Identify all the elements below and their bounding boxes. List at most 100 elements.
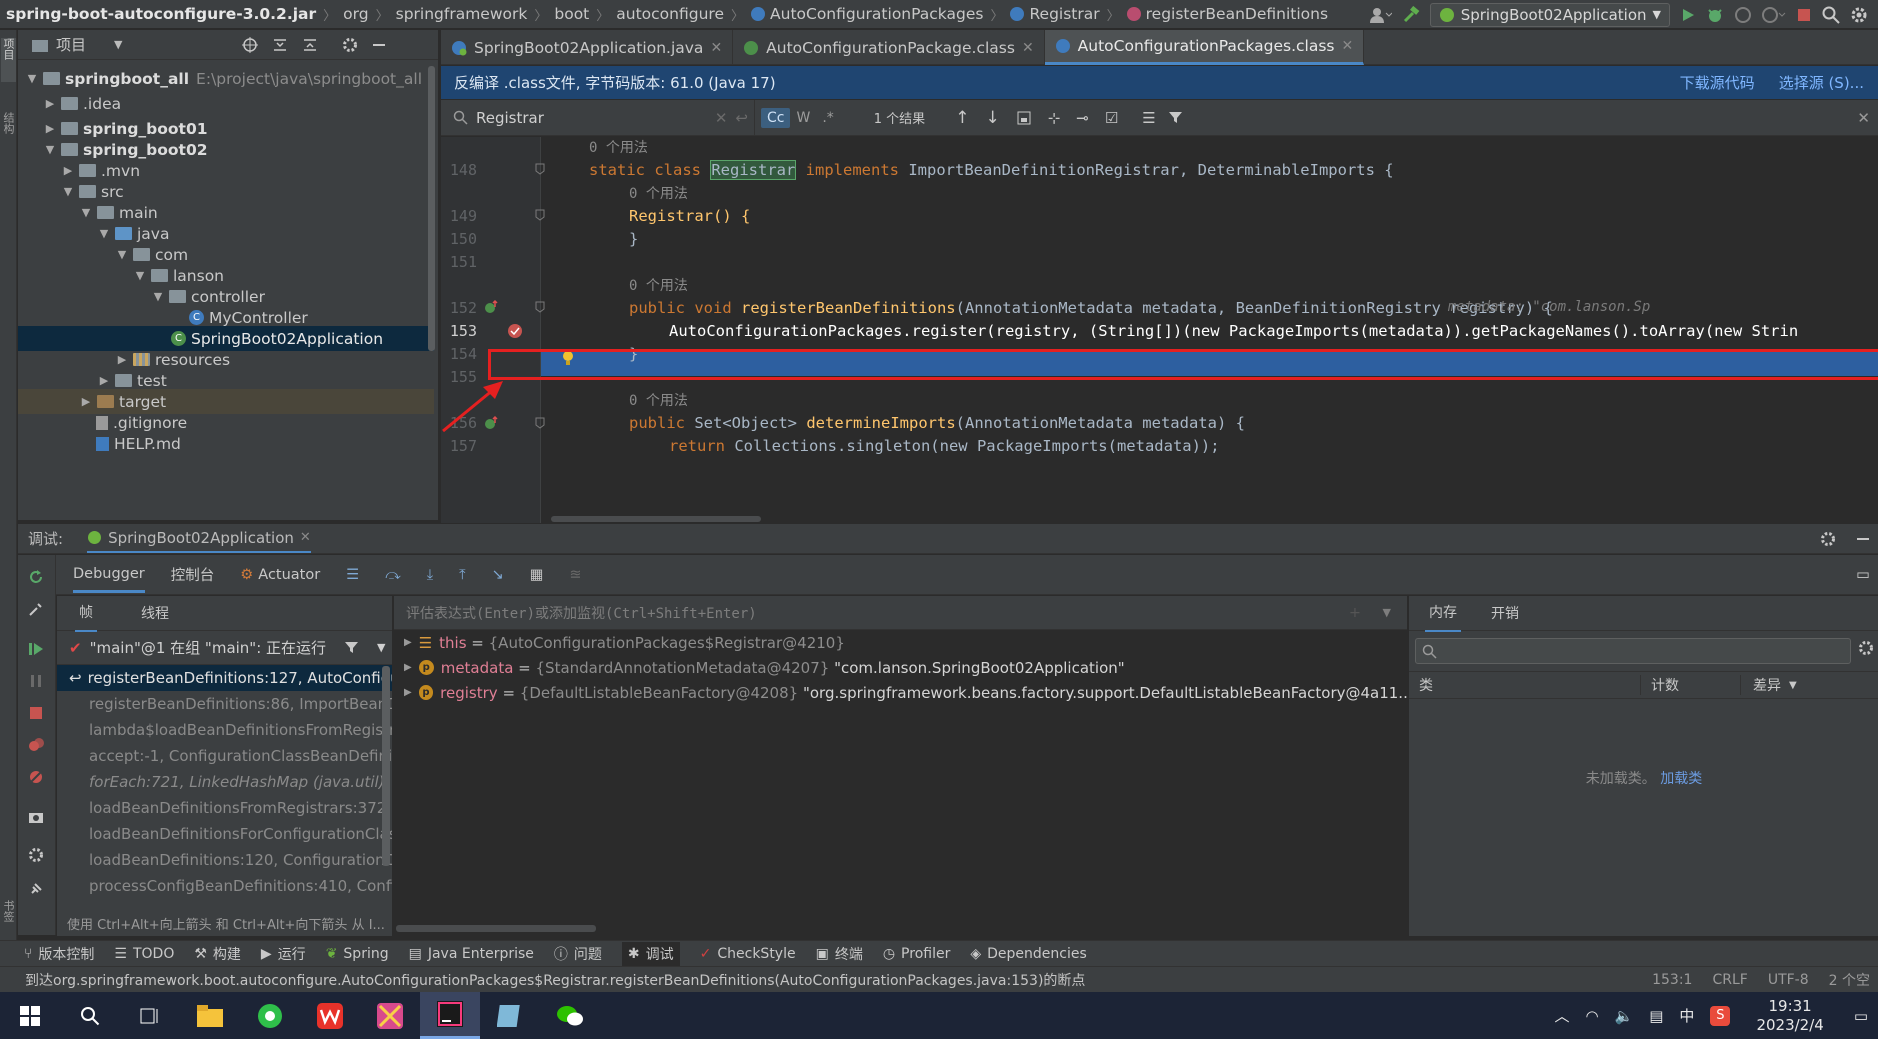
variable-row[interactable]: ▶ p metadata = {StandardAnnotationMetada…	[394, 655, 1407, 680]
multiline-icon[interactable]: ☰	[1142, 109, 1155, 127]
breadcrumb-org[interactable]: org	[343, 5, 368, 23]
column-count[interactable]: 计数	[1641, 675, 1741, 695]
rerun-icon[interactable]	[28, 569, 44, 585]
stop-icon[interactable]	[1796, 7, 1812, 23]
whole-words-toggle[interactable]: W	[790, 110, 816, 126]
step-over-icon[interactable]: ⤼	[385, 567, 401, 583]
coverage-icon[interactable]	[1734, 6, 1752, 24]
chevron-right-icon[interactable]: ▶	[60, 163, 76, 179]
remove-selection-icon[interactable]: ⊸	[1076, 109, 1089, 127]
close-icon[interactable]: ✕	[710, 40, 722, 56]
toolwindow-profiler[interactable]: ◷ Profiler	[883, 946, 951, 962]
toolwindow-debug[interactable]: ✱ 调试	[621, 941, 680, 966]
chevron-right-icon[interactable]: ▶	[42, 96, 58, 112]
breadcrumb-springframework[interactable]: springframework	[396, 5, 528, 23]
filter-icon[interactable]	[1168, 110, 1183, 125]
breadcrumb-autoconfigure[interactable]: autoconfigure	[616, 5, 724, 23]
evaluate-icon[interactable]: ▦	[530, 567, 544, 583]
tab-overhead[interactable]: 开销	[1491, 603, 1519, 623]
pause-icon[interactable]	[28, 673, 44, 689]
match-case-toggle[interactable]: Cc	[761, 107, 791, 128]
gear-icon[interactable]	[1820, 531, 1836, 547]
fold-icon[interactable]	[535, 209, 545, 221]
gear-icon[interactable]	[1858, 640, 1874, 656]
variable-row[interactable]: ▶ p registry = {DefaultListableBeanFacto…	[394, 680, 1407, 705]
usage-hint[interactable]: 0 个用法	[629, 390, 688, 410]
notification-icon[interactable]: ▤	[1649, 1007, 1663, 1025]
chevron-down-icon[interactable]: ▼	[377, 641, 385, 654]
tab-threads[interactable]: 线程	[141, 603, 169, 623]
indent-setting[interactable]: 2 个空	[1829, 970, 1870, 990]
debug-icon[interactable]	[1706, 6, 1724, 24]
gear-icon[interactable]	[342, 37, 358, 53]
line-separator[interactable]: CRLF	[1712, 972, 1747, 988]
arrow-up-icon[interactable]: ↑	[955, 108, 969, 128]
ime-indicator[interactable]: 中	[1679, 1005, 1694, 1026]
image-editor-icon[interactable]	[360, 992, 420, 1039]
layout-icon[interactable]: ☰	[346, 567, 359, 583]
file-explorer-icon[interactable]	[180, 992, 240, 1039]
evaluate-expression-input[interactable]: 评估表达式(Enter)或添加监视(Ctrl+Shift+Enter) + ▼	[394, 596, 1407, 630]
structure-toolwindow-button[interactable]: 结构	[1, 112, 16, 152]
mute-breakpoints-icon[interactable]	[28, 769, 44, 785]
tab-actuator[interactable]: ⚙ Actuator	[240, 567, 320, 583]
chevron-down-icon[interactable]: ▼	[96, 226, 112, 242]
chevron-down-icon[interactable]: ▼	[114, 38, 122, 51]
thread-selector[interactable]: ✔ "main"@1 在组 "main": 正在运行 ▼	[57, 631, 392, 665]
tree-item-idea[interactable]: ▶ .idea	[18, 91, 434, 116]
settings-icon[interactable]	[28, 847, 44, 863]
chevron-right-icon[interactable]: ▶	[78, 394, 94, 410]
tab-springboot02application-java[interactable]: SpringBoot02Application.java ✕	[441, 30, 734, 65]
collapse-all-icon[interactable]	[302, 37, 318, 53]
build-hammer-icon[interactable]	[1402, 5, 1420, 24]
close-icon[interactable]: ✕	[1342, 38, 1354, 54]
modify-config-icon[interactable]	[28, 601, 44, 617]
breadcrumb-method[interactable]: registerBeanDefinitions	[1146, 5, 1328, 23]
view-breakpoints-icon[interactable]	[28, 737, 44, 753]
chevron-down-icon[interactable]: ▼	[78, 205, 94, 221]
notepad-icon[interactable]	[480, 992, 540, 1039]
minimize-icon[interactable]	[1856, 532, 1870, 546]
wechat-icon[interactable]	[540, 992, 600, 1039]
stack-frame[interactable]: lambda$loadBeanDefinitionsFromRegistra	[57, 717, 392, 743]
editor-horizontal-scrollbar[interactable]	[551, 516, 761, 522]
find-input[interactable]: Registrar ✕ ↩	[441, 99, 755, 136]
close-icon[interactable]: ✕	[1022, 40, 1034, 56]
stack-frame[interactable]: forEach:721, LinkedHashMap (java.util)	[57, 769, 392, 795]
history-icon[interactable]: ↩	[735, 109, 748, 127]
select-all-occurrences-icon[interactable]	[1016, 110, 1032, 126]
code-editor[interactable]: 0 个用法 148 static class Registrar impleme…	[441, 137, 1878, 523]
chevron-right-icon[interactable]: ▶	[404, 637, 412, 648]
stack-frame[interactable]: loadBeanDefinitions:120, ConfigurationCl…	[57, 847, 392, 873]
step-into-icon[interactable]: ⤓	[427, 567, 433, 583]
stack-frame[interactable]: accept:-1, ConfigurationClassBeanDefinit…	[57, 743, 392, 769]
sort-desc-icon[interactable]: ▼	[1789, 680, 1797, 691]
column-class[interactable]: 类	[1409, 675, 1641, 695]
volume-icon[interactable]: 🔈	[1615, 1007, 1634, 1025]
download-sources-link[interactable]: 下载源代码	[1680, 72, 1755, 93]
clock[interactable]: 19:31 2023/2/4	[1756, 997, 1823, 1035]
chevron-down-icon[interactable]: ▼	[1383, 606, 1391, 619]
stack-frame[interactable]: processConfigBeanDefinitions:410, Config	[57, 873, 392, 899]
toolwindow-todo[interactable]: ☰ TODO	[114, 946, 174, 962]
tree-item-root[interactable]: ▼ springboot_all E:\project\java\springb…	[18, 66, 434, 91]
toolwindow-checkstyle[interactable]: ✓ CheckStyle	[700, 946, 796, 962]
chevron-down-icon[interactable]: ▼	[150, 289, 166, 305]
toolwindow-java-enterprise[interactable]: ▤ Java Enterprise	[409, 946, 534, 962]
settings-gear-icon[interactable]	[1850, 6, 1868, 24]
run-configuration-select[interactable]: SpringBoot02Application ▼	[1429, 2, 1670, 27]
wps-icon[interactable]	[300, 992, 360, 1039]
variable-row[interactable]: ▶ ☰ this = {AutoConfigurationPackages$Re…	[394, 630, 1407, 655]
tab-debugger[interactable]: Debugger	[73, 556, 145, 593]
project-scrollbar[interactable]	[428, 66, 435, 351]
choose-sources-link[interactable]: 选择源 (S)...	[1779, 72, 1864, 93]
action-center-icon[interactable]: ▭	[1854, 1007, 1868, 1025]
task-view-icon[interactable]	[120, 992, 180, 1039]
variables-scrollbar[interactable]	[396, 925, 596, 932]
clear-icon[interactable]: ✕	[715, 109, 728, 127]
restore-layout-icon[interactable]: ▭	[1856, 567, 1870, 583]
stack-frame[interactable]: ↩ registerBeanDefinitions:127, AutoConfig…	[57, 665, 392, 691]
chevron-down-icon[interactable]: ▼	[42, 142, 58, 158]
user-icon[interactable]	[1369, 7, 1392, 23]
add-watch-icon[interactable]: +	[1349, 605, 1361, 621]
